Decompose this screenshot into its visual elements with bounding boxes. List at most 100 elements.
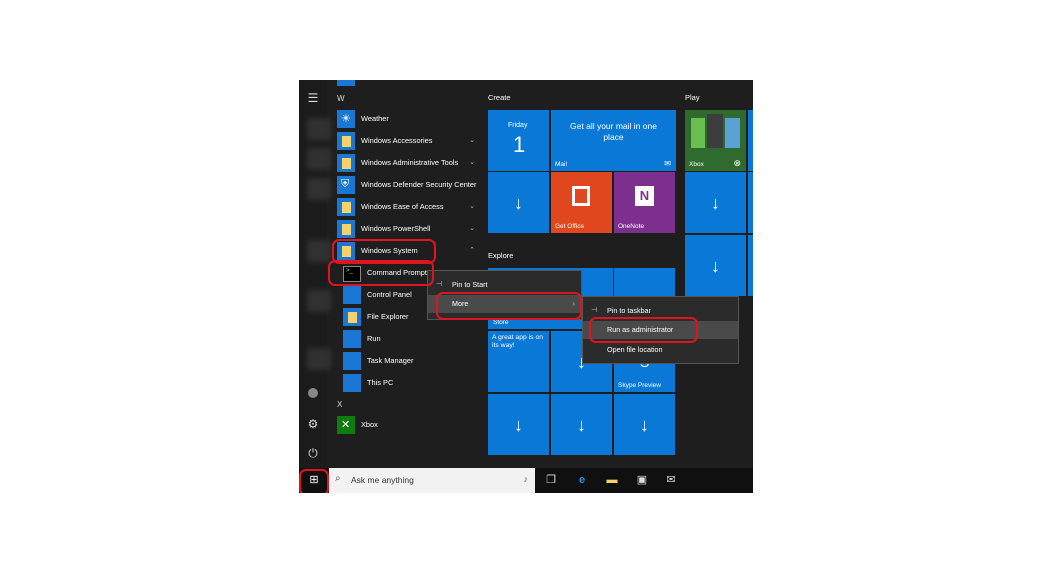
news-tile[interactable]: A great app is on its way! [488,331,549,392]
file-explorer-icon [343,308,361,326]
xbox-tile[interactable]: Xbox ⊗ [685,110,746,171]
blurred-placeholder [307,240,331,262]
task-view-icon[interactable]: ❐ [544,473,558,487]
chevron-down-icon: ⌄ [469,203,475,210]
menu-item-pin-to-start[interactable]: ⊣ Pin to Start [428,276,581,294]
group-title-explore[interactable]: Explore [488,251,513,260]
download-arrow-icon: ↓ [514,414,523,435]
blurred-placeholder [307,118,331,140]
windows-start-icon[interactable]: ⊞ [307,473,321,487]
download-tile[interactable]: ↓ [551,394,612,455]
menu-item-label: Open file location [607,345,663,354]
skype-label: Skype Preview [618,382,661,389]
group-title-play[interactable]: Play [685,93,700,102]
store-label: Store [493,319,509,326]
search-icon: ⌕ [335,473,341,484]
section-letter-w[interactable]: W [337,94,345,103]
menu-item-open-file-location[interactable]: Open file location [583,341,738,359]
app-task-manager[interactable]: Task Manager [343,351,483,371]
app-label: Control Panel [367,290,412,299]
minecraft-character-icon [707,114,723,148]
blurred-placeholder [307,348,331,370]
taskbar: ⊞ ⌕ Ask me anything ♪ ❐ e ▬ ▣ ✉ [299,468,753,493]
chevron-down-icon: ⌄ [469,225,475,232]
folder-icon [337,132,355,150]
power-icon[interactable]: ⏻ [305,445,321,461]
download-arrow-icon: ↓ [640,414,649,435]
settings-gear-icon[interactable]: ⚙ [305,416,321,432]
mail-taskbar-icon[interactable]: ✉ [664,473,678,487]
app-windows-system[interactable]: Windows System ⌃ [337,241,477,261]
app-windows-defender[interactable]: ⛨ Windows Defender Security Center [337,175,477,195]
context-menu: ⊣ Pin to Start More › [427,270,582,320]
app-label: Windows PowerShell [361,224,431,233]
app-label: File Explorer [367,312,409,321]
search-placeholder: Ask me anything [351,475,414,485]
app-label: Windows Administrative Tools [361,158,459,167]
search-box[interactable]: ⌕ Ask me anything ♪ [329,468,535,493]
hamburger-menu-icon[interactable]: ☰ [305,90,321,106]
download-tile[interactable]: ↓ [685,235,746,296]
folder-icon [337,220,355,238]
menu-item-label: More [452,299,469,308]
this-pc-icon [343,374,361,392]
microphone-icon[interactable]: ♪ [524,474,529,484]
download-tile[interactable]: ↓ [614,394,675,455]
app-windows-administrative-tools[interactable]: Windows Administrative Tools ⌄ [337,153,477,173]
office-logo-icon [572,186,590,206]
group-title-create[interactable]: Create [488,93,511,102]
menu-item-more[interactable]: More › [428,295,581,313]
app-windows-powershell[interactable]: Windows PowerShell ⌄ [337,219,477,239]
mail-tile-label: Mail [555,161,567,168]
blurred-placeholder [307,290,331,312]
section-letter-x[interactable]: X [337,400,342,409]
app-label: Run [367,334,381,343]
download-arrow-icon: ↓ [514,192,523,213]
download-arrow-icon: ↓ [711,192,720,213]
minecraft-character-icon [725,118,740,148]
onenote-logo-icon: N [635,186,654,206]
download-tile[interactable]: ↓ [685,172,746,233]
xbox-icon: ✕ [337,416,355,434]
app-label: Windows Defender Security Center [361,180,477,189]
app-weather[interactable]: ☀ Weather [337,109,477,129]
user-avatar-icon[interactable] [308,388,318,398]
edge-browser-icon[interactable]: e [575,473,589,487]
download-tile[interactable]: ↓ [488,172,549,233]
app-windows-ease-of-access[interactable]: Windows Ease of Access ⌄ [337,197,477,217]
folder-icon [337,154,355,172]
onenote-tile[interactable]: N OneNote [614,172,675,233]
submenu: ⊣ Pin to taskbar Run as administrator Op… [582,296,739,364]
tile-partial [748,172,753,233]
app-windows-accessories[interactable]: Windows Accessories ⌄ [337,131,477,151]
xbox-logo-icon: ⊗ [733,158,741,168]
menu-item-pin-to-taskbar[interactable]: ⊣ Pin to taskbar [583,302,738,320]
pin-icon: ⊣ [591,307,598,314]
calendar-tile[interactable]: Friday 1 [488,110,549,171]
chevron-right-icon: › [572,299,575,308]
file-explorer-taskbar-icon[interactable]: ▬ [605,473,619,487]
download-arrow-icon: ↓ [711,255,720,276]
app-xbox[interactable]: ✕ Xbox [337,415,477,435]
get-office-tile[interactable]: Get Office [551,172,612,233]
mail-tile[interactable]: Get all your mail in one place Mail ✉ [551,110,676,171]
news-tile-text: A great app is on its way! [492,334,544,349]
onenote-label: OneNote [618,223,645,230]
pin-icon: ⊣ [436,281,443,288]
start-left-rail: ☰ ⚙ ⏻ [299,80,331,468]
app-label: Windows Accessories [361,136,433,145]
app-label: This PC [367,378,394,387]
task-manager-icon [343,352,361,370]
menu-item-run-as-administrator[interactable]: Run as administrator [583,321,738,339]
store-taskbar-icon[interactable]: ▣ [635,473,649,487]
shield-icon: ⛨ [337,176,355,194]
minecraft-character-icon [691,118,705,148]
command-prompt-icon: >_ [343,266,361,282]
app-label: Command Prompt [367,268,427,277]
app-run[interactable]: Run [343,329,483,349]
calendar-day: Friday [508,122,528,129]
run-icon [343,330,361,348]
app-this-pc[interactable]: This PC [343,373,483,393]
chevron-up-icon: ⌃ [469,247,475,254]
download-tile[interactable]: ↓ [488,394,549,455]
